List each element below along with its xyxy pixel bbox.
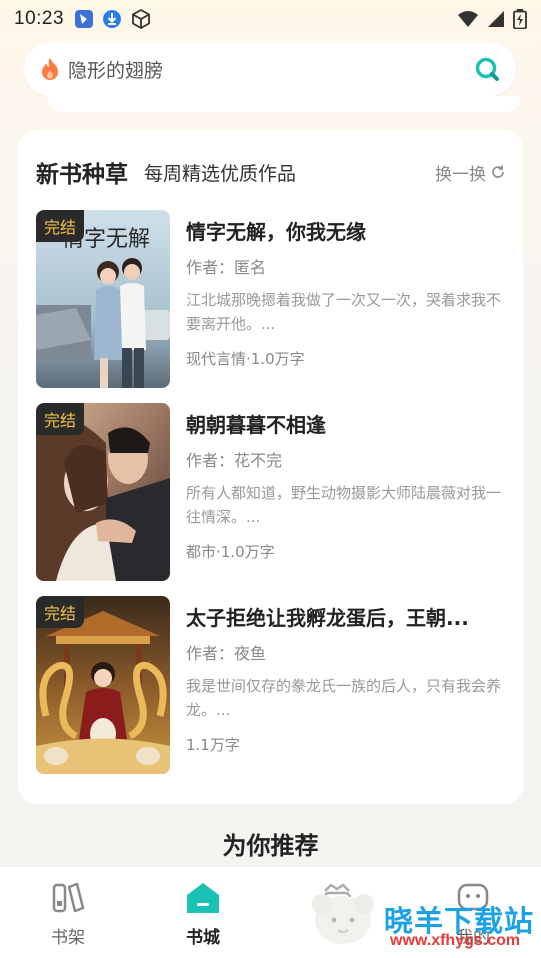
book-info: 朝朝暮暮不相逢 作者：花不完 所有人都知道，野生动物摄影大师陆晨薇对我一往情深。… bbox=[186, 409, 504, 562]
bookstore-icon bbox=[187, 883, 219, 913]
banner-edge bbox=[48, 96, 520, 112]
download-icon bbox=[103, 10, 122, 28]
section-subtitle: 每周精选优质作品 bbox=[144, 162, 297, 185]
nav-shelf-label: 书架 bbox=[51, 928, 85, 948]
section-title: 新书种草 bbox=[36, 162, 128, 188]
nav-shelf[interactable]: 书架 bbox=[23, 881, 113, 948]
app-notification-icon bbox=[75, 10, 94, 28]
book-cover[interactable]: 完结 bbox=[36, 403, 170, 581]
search-input[interactable]: 隐形的翅膀 bbox=[68, 56, 163, 83]
nav-store-label: 书城 bbox=[186, 928, 220, 948]
completed-badge: 完结 bbox=[36, 403, 85, 435]
book-description: 我是世间仅存的豢龙氏一族的后人，只有我会养龙。... bbox=[186, 677, 502, 719]
signal-icon bbox=[488, 11, 504, 27]
card-header: 新书种草 每周精选优质作品 换一换 bbox=[36, 154, 506, 190]
refresh-icon bbox=[492, 165, 504, 178]
completed-badge: 完结 bbox=[36, 596, 85, 628]
book-meta: 1.1万字 bbox=[186, 736, 240, 754]
wifi-icon bbox=[458, 11, 478, 27]
nav-store[interactable]: 书城 bbox=[158, 881, 248, 948]
completed-badge: 完结 bbox=[36, 210, 85, 242]
book-item[interactable]: 完结 朝朝暮暮不相逢 作者：花不完 所有人都知道，野生动物摄影大师陆晨薇对我一往… bbox=[36, 403, 506, 583]
recommend-title: 为你推荐 bbox=[222, 832, 319, 860]
book-author: 作者：夜鱼 bbox=[186, 644, 267, 663]
book-title[interactable]: 朝朝暮暮不相逢 bbox=[186, 409, 504, 437]
flame-icon bbox=[42, 58, 58, 80]
book-item[interactable]: 完结 太子拒绝让我孵龙蛋后，王朝... 作者：夜鱼 我是世间仅存的豢龙氏一族的后… bbox=[36, 596, 506, 776]
battery-icon bbox=[513, 9, 527, 29]
search-bar[interactable]: 隐形的翅膀 bbox=[24, 42, 516, 96]
book-info: 情字无解，你我无缘 作者：匿名 江北城那晚摁着我做了一次又一次，哭着求我不要离开… bbox=[186, 216, 504, 369]
status-time: 10:23 bbox=[14, 8, 65, 29]
refresh-label: 换一换 bbox=[435, 164, 486, 185]
book-author: 作者：花不完 bbox=[186, 451, 283, 470]
search-button[interactable] bbox=[474, 56, 500, 82]
book-title[interactable]: 太子拒绝让我孵龙蛋后，王朝... bbox=[186, 602, 504, 630]
search-icon bbox=[475, 57, 499, 81]
book-title[interactable]: 情字无解，你我无缘 bbox=[186, 216, 504, 244]
watermark-url: www.xfhygs.com bbox=[390, 932, 521, 949]
notification-icons bbox=[74, 8, 152, 30]
watermark: 晓羊下载站 www.xfhygs.com bbox=[306, 880, 541, 958]
book-info: 太子拒绝让我孵龙蛋后，王朝... 作者：夜鱼 我是世间仅存的豢龙氏一族的后人，只… bbox=[186, 602, 504, 755]
book-meta: 都市·1.0万字 bbox=[186, 543, 275, 561]
package-icon bbox=[132, 8, 150, 30]
book-meta: 现代言情·1.0万字 bbox=[186, 350, 305, 368]
sheep-logo-icon bbox=[312, 894, 374, 944]
status-bar: 10:23 bbox=[0, 0, 541, 38]
book-cover[interactable]: 情字无解 完结 bbox=[36, 210, 170, 388]
book-description: 所有人都知道，野生动物摄影大师陆晨薇对我一往情深。... bbox=[186, 484, 502, 526]
book-item[interactable]: 情字无解 完结 情字无解，你我无缘 作者：匿名 江北城那晚摁着我做了一次又一次，… bbox=[36, 210, 506, 390]
refresh-button[interactable]: 换一换 bbox=[435, 160, 506, 185]
book-author: 作者：匿名 bbox=[186, 258, 267, 277]
bookshelf-icon bbox=[52, 882, 85, 913]
new-books-card: 新书种草 每周精选优质作品 换一换 情字无解 完结 情字无解，你我无缘 作者：匿… bbox=[18, 130, 523, 804]
book-cover[interactable]: 完结 bbox=[36, 596, 170, 774]
book-description: 江北城那晚摁着我做了一次又一次，哭着求我不要离开他。... bbox=[186, 291, 502, 333]
system-icons bbox=[457, 9, 527, 29]
